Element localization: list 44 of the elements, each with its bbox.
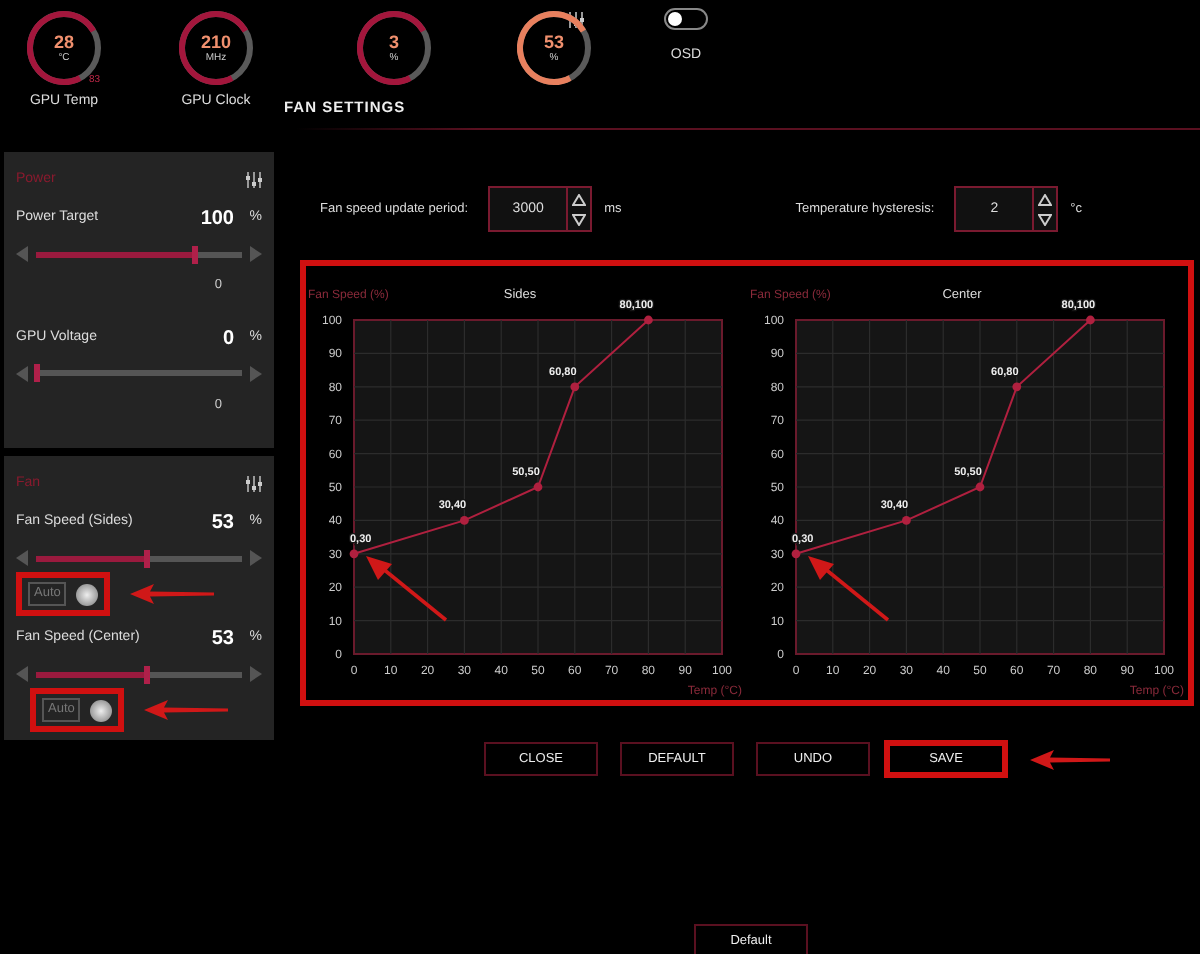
down-arrow-icon[interactable] [572, 214, 587, 226]
osd-toggle[interactable] [664, 8, 708, 30]
curve-point[interactable] [975, 483, 985, 492]
decrease-arrow-icon[interactable] [16, 365, 28, 382]
increase-arrow-icon[interactable] [250, 365, 262, 382]
slider-thumb[interactable] [34, 364, 40, 383]
curve-point[interactable] [902, 516, 911, 526]
annotation-arrow [144, 700, 229, 720]
curve-point[interactable] [533, 483, 543, 492]
up-arrow-icon[interactable] [572, 193, 587, 205]
decrease-arrow-icon[interactable] [16, 246, 28, 262]
curve-point[interactable] [1012, 382, 1022, 392]
down-arrow-icon[interactable] [1038, 214, 1053, 226]
decrease-arrow-icon[interactable] [16, 666, 28, 682]
toggle-knob[interactable] [76, 583, 99, 605]
increase-arrow-icon[interactable] [250, 666, 262, 682]
sliders-icon[interactable] [246, 476, 262, 492]
decrease-arrow-icon[interactable] [16, 550, 28, 566]
slider-thumb[interactable] [192, 245, 199, 263]
slider-value: 100 [200, 206, 234, 234]
annotation-arrow [130, 584, 215, 604]
increase-arrow-icon[interactable] [250, 246, 262, 262]
annotation-arrow [1030, 749, 1110, 770]
slider-thumb[interactable] [143, 549, 150, 567]
curve-point[interactable] [570, 382, 580, 392]
gauge-value: 28 [53, 33, 74, 51]
curve-point[interactable] [349, 549, 359, 559]
slider-value: 0 [222, 325, 234, 354]
gauge-value: 53 [543, 33, 564, 51]
sliders-icon[interactable] [568, 12, 584, 28]
slider-thumb[interactable] [143, 665, 150, 683]
curve-point[interactable] [460, 516, 469, 526]
curve-point[interactable] [1086, 316, 1095, 325]
toggle-knob[interactable] [90, 699, 113, 721]
sliders-icon[interactable] [246, 172, 262, 188]
increase-arrow-icon[interactable] [250, 550, 262, 566]
curve-point[interactable] [644, 316, 653, 325]
gauge-value: 210 [200, 33, 232, 51]
up-arrow-icon[interactable] [1038, 193, 1053, 205]
slider-track[interactable] [36, 370, 242, 377]
curve-point[interactable] [791, 549, 801, 559]
slider-value: 53 [211, 626, 234, 654]
slider-value: 53 [211, 510, 234, 538]
gauge-value: 3 [388, 33, 399, 51]
